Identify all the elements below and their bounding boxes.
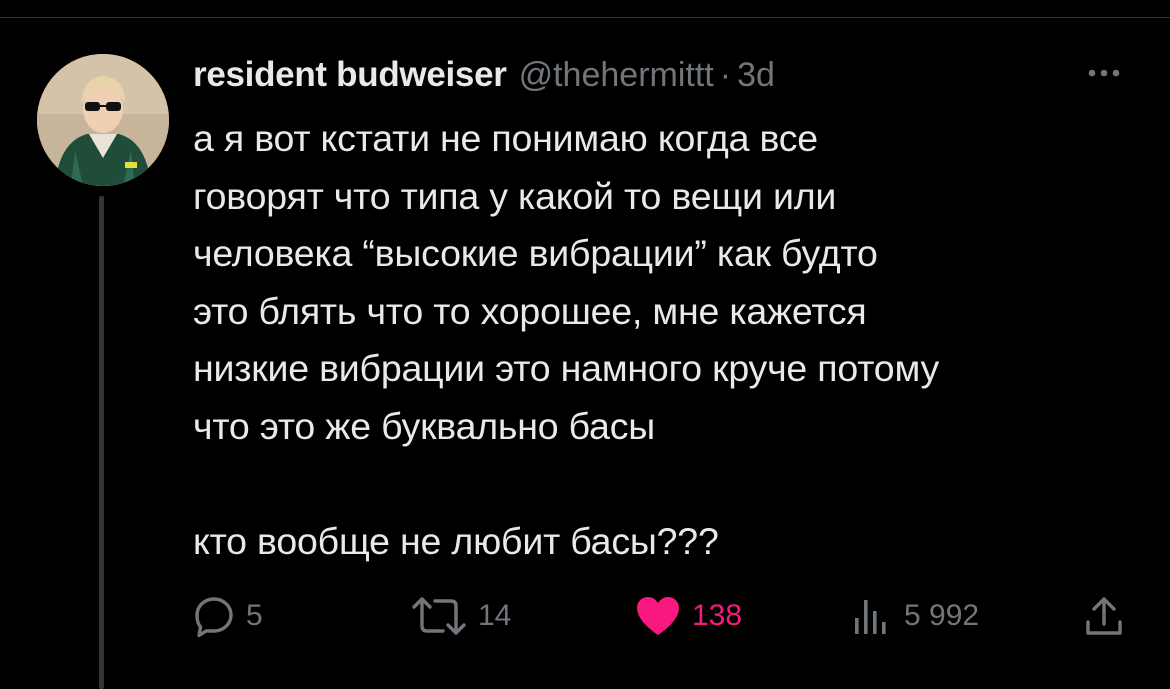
views-icon [855,600,886,634]
reply-button[interactable]: 5 [192,590,263,642]
header-separator: · [719,55,732,94]
tweet-header: resident budweiser @thehermittt · 3d [193,53,775,97]
avatar[interactable] [37,54,169,186]
avatar-image [37,54,169,186]
repost-button[interactable]: 14 [410,590,511,642]
top-divider [0,17,1170,18]
views-count: 5 992 [904,599,980,632]
share-button[interactable] [1082,590,1126,642]
like-button[interactable]: 138 [634,590,742,642]
reply-count: 5 [246,599,263,632]
author-display-name[interactable]: resident budweiser [193,55,507,95]
author-handle[interactable]: @thehermittt [519,56,714,95]
tweet-text: а я вот кстати не понимаю когда все гово… [193,117,940,563]
repost-icon [412,597,466,635]
heart-icon [637,597,679,635]
repost-count: 14 [478,599,512,632]
reply-icon [195,597,233,638]
views-button[interactable]: 5 992 [850,590,979,642]
more-options-button[interactable] [1082,62,1132,84]
tweet-timestamp[interactable]: 3d [737,56,775,95]
share-icon [1086,597,1122,635]
like-count: 138 [692,599,743,632]
tweet-actions: 5 14 138 5 992 [0,590,1170,642]
more-horizontal-icon [1088,69,1120,77]
